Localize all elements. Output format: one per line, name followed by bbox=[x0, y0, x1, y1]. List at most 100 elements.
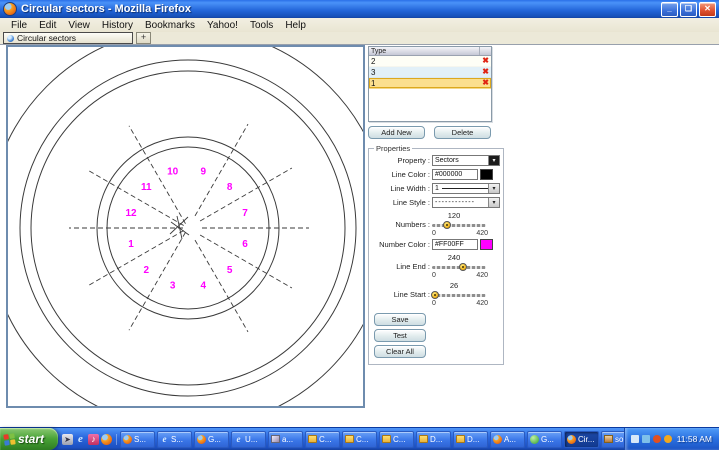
chevron-down-icon[interactable]: ▾ bbox=[488, 198, 499, 207]
property-value: Sectors bbox=[435, 157, 459, 164]
update-icon[interactable] bbox=[664, 435, 672, 443]
menu-item-history[interactable]: History bbox=[96, 20, 139, 31]
folder-icon bbox=[308, 435, 317, 443]
firefox-app-icon bbox=[3, 2, 17, 16]
line-style-value: ------------ bbox=[435, 199, 475, 206]
firefox-icon bbox=[123, 435, 132, 444]
control-panel: Type 2✖3✖1✖ Add New Delete Properties Pr… bbox=[368, 46, 502, 365]
line-color-swatch[interactable] bbox=[480, 169, 493, 180]
minimize-button[interactable]: _ bbox=[661, 2, 678, 17]
quick-launch: ➤e♪ bbox=[58, 434, 117, 445]
menu-item-tools[interactable]: Tools bbox=[244, 20, 279, 31]
table-row[interactable]: 2✖ bbox=[369, 56, 491, 67]
taskbar-button-13[interactable]: Cir... bbox=[564, 431, 599, 448]
menu-item-help[interactable]: Help bbox=[279, 20, 312, 31]
chevron-down-icon[interactable]: ▾ bbox=[488, 184, 499, 193]
network-icon[interactable] bbox=[642, 435, 650, 443]
pointer-icon[interactable]: ➤ bbox=[62, 434, 73, 445]
svg-text:6: 6 bbox=[242, 239, 248, 250]
taskbar-button-1[interactable]: S... bbox=[120, 431, 155, 448]
taskbar-button-6[interactable]: C... bbox=[305, 431, 340, 448]
taskbar-button-10[interactable]: D... bbox=[453, 431, 488, 448]
property-select[interactable]: Sectors ▾ bbox=[432, 155, 500, 166]
close-button[interactable]: ✕ bbox=[699, 2, 716, 17]
menu-item-yahoo[interactable]: Yahoo! bbox=[201, 20, 244, 31]
table-row[interactable]: 1✖ bbox=[369, 78, 491, 89]
cube-icon bbox=[271, 435, 280, 443]
line-end-slider[interactable] bbox=[432, 266, 486, 269]
line-start-slider[interactable] bbox=[432, 294, 486, 297]
svg-text:11: 11 bbox=[141, 182, 152, 193]
svg-text:10: 10 bbox=[167, 167, 179, 178]
number-color-input[interactable]: #FF00FF bbox=[432, 239, 478, 250]
delete-row-icon[interactable]: ✖ bbox=[482, 78, 489, 88]
tab-circular-sectors[interactable]: Circular sectors bbox=[3, 32, 133, 44]
taskbar-button-label: G... bbox=[208, 435, 221, 444]
taskbar-button-5[interactable]: a... bbox=[268, 431, 303, 448]
taskbar-button-7[interactable]: C... bbox=[342, 431, 377, 448]
add-new-button[interactable]: Add New bbox=[368, 126, 425, 139]
row-value: 3 bbox=[371, 68, 375, 77]
line-end-value: 240 bbox=[432, 253, 476, 262]
save-button[interactable]: Save bbox=[374, 313, 426, 326]
line-style-select[interactable]: ------------ ▾ bbox=[432, 197, 500, 208]
globe-icon bbox=[7, 35, 14, 42]
menu-item-file[interactable]: File bbox=[5, 20, 33, 31]
taskbar-button-8[interactable]: C... bbox=[379, 431, 414, 448]
media-icon[interactable]: ♪ bbox=[88, 434, 99, 445]
line-color-input[interactable]: #000000 bbox=[432, 169, 478, 180]
line-start-label: Line Start : bbox=[372, 290, 430, 299]
number-color-swatch[interactable] bbox=[480, 239, 493, 250]
delete-row-icon[interactable]: ✖ bbox=[482, 67, 489, 77]
taskbar-button-2[interactable]: eS... bbox=[157, 431, 192, 448]
type-table-body: 2✖3✖1✖ bbox=[369, 56, 491, 89]
taskbar-button-9[interactable]: D... bbox=[416, 431, 451, 448]
page-content: 123456789101112 Type 2✖3✖1✖ Add New Dele… bbox=[0, 45, 719, 428]
ie-icon: e bbox=[234, 435, 243, 443]
taskbar-button-label: S... bbox=[134, 435, 146, 444]
properties-legend: Properties bbox=[374, 144, 412, 153]
row-value: 1 bbox=[371, 79, 375, 88]
property-label: Property : bbox=[372, 156, 430, 165]
start-button[interactable]: start bbox=[0, 428, 58, 450]
alert-icon[interactable] bbox=[653, 435, 661, 443]
menu-item-view[interactable]: View bbox=[62, 20, 96, 31]
taskbar-button-12[interactable]: G... bbox=[527, 431, 562, 448]
numbers-slider[interactable] bbox=[432, 224, 486, 227]
line-start-value: 26 bbox=[432, 281, 476, 290]
number-color-label: Number Color : bbox=[372, 240, 430, 249]
svg-text:3: 3 bbox=[170, 281, 176, 292]
ie-icon[interactable]: e bbox=[75, 434, 86, 445]
drawing-canvas[interactable]: 123456789101112 bbox=[6, 45, 365, 408]
menu-item-bookmarks[interactable]: Bookmarks bbox=[139, 20, 201, 31]
test-button[interactable]: Test bbox=[374, 329, 426, 342]
table-row[interactable]: 3✖ bbox=[369, 67, 491, 78]
firefox-icon[interactable] bbox=[101, 434, 112, 445]
line-width-select[interactable]: 1 ▾ bbox=[432, 183, 500, 194]
chevron-down-icon[interactable]: ▾ bbox=[488, 156, 499, 165]
clear-all-button[interactable]: Clear All bbox=[374, 345, 426, 358]
taskbar-button-14[interactable]: so... bbox=[601, 431, 624, 448]
line-end-max: 420 bbox=[476, 272, 488, 279]
numbers-slider-thumb[interactable] bbox=[443, 221, 451, 229]
taskbar-buttons: S... eS... G... eU... a... C... C... C... D...D.… bbox=[117, 431, 624, 448]
delete-button[interactable]: Delete bbox=[434, 126, 491, 139]
taskbar-button-label: C... bbox=[393, 435, 405, 444]
folder-icon bbox=[419, 435, 428, 443]
taskbar-button-3[interactable]: G... bbox=[194, 431, 229, 448]
svg-text:7: 7 bbox=[242, 208, 248, 219]
line-width-label: Line Width : bbox=[372, 184, 430, 193]
taskbar-button-label: C... bbox=[356, 435, 368, 444]
taskbar-button-label: C... bbox=[319, 435, 331, 444]
tab-label: Circular sectors bbox=[17, 33, 76, 43]
line-start-slider-thumb[interactable] bbox=[431, 291, 439, 299]
line-end-slider-thumb[interactable] bbox=[459, 263, 467, 271]
volume-icon[interactable] bbox=[631, 435, 639, 443]
taskbar-button-label: a... bbox=[282, 435, 293, 444]
menu-item-edit[interactable]: Edit bbox=[33, 20, 62, 31]
delete-row-icon[interactable]: ✖ bbox=[482, 56, 489, 66]
taskbar-button-11[interactable]: A... bbox=[490, 431, 525, 448]
taskbar-button-4[interactable]: eU... bbox=[231, 431, 266, 448]
maximize-button[interactable]: ❏ bbox=[680, 2, 697, 17]
new-tab-button[interactable]: + bbox=[136, 32, 151, 44]
